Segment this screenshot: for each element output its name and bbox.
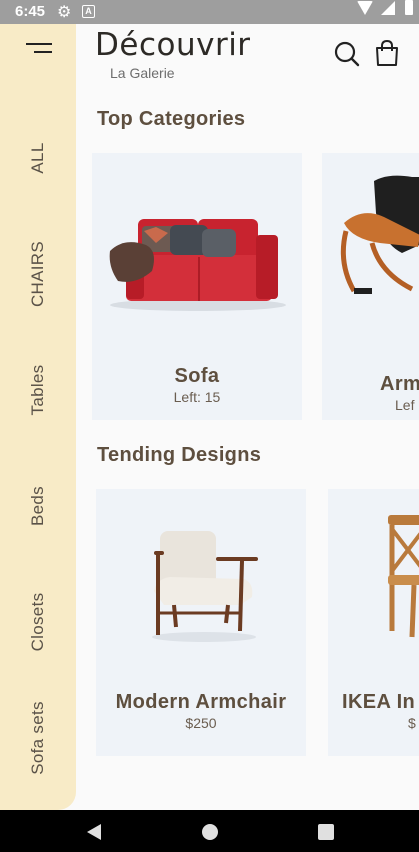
category-card-armchair[interactable]: Arm Lef bbox=[322, 153, 419, 420]
menu-icon[interactable] bbox=[24, 41, 54, 57]
armchair-image bbox=[144, 527, 264, 652]
sidebar-item-label: Sofa sets bbox=[28, 701, 47, 775]
design-card-modern-armchair[interactable]: Modern Armchair $250 bbox=[96, 489, 306, 756]
navigation-bar bbox=[0, 810, 419, 852]
sidebar-item-all[interactable]: ALL bbox=[0, 98, 76, 218]
card-title: Modern Armchair bbox=[115, 691, 287, 713]
card-subtitle: Left: 15 bbox=[173, 389, 221, 405]
status-time: 6:45 bbox=[15, 3, 46, 20]
recent-apps-icon[interactable] bbox=[318, 824, 334, 840]
lounge-chair-image bbox=[332, 173, 419, 308]
top-categories-heading: Top Categories bbox=[97, 108, 246, 130]
card-title: IKEA In bbox=[342, 691, 416, 713]
sidebar-item-tables[interactable]: Tables bbox=[0, 330, 76, 450]
sidebar-item-label: Closets bbox=[28, 592, 47, 652]
sidebar-item-label: ALL bbox=[28, 142, 47, 174]
card-subtitle: $250 bbox=[185, 715, 217, 731]
card-subtitle: Lef bbox=[395, 397, 415, 413]
wifi-icon bbox=[357, 1, 373, 15]
red-sofa-image bbox=[106, 211, 290, 316]
trending-designs-heading: Tending Designs bbox=[97, 444, 262, 466]
design-card-ikea[interactable]: IKEA In $ bbox=[328, 489, 419, 756]
sidebar-item-chairs[interactable]: CHAIRS bbox=[0, 214, 76, 334]
back-icon[interactable] bbox=[87, 824, 101, 840]
gear-icon: ⚙ bbox=[57, 4, 72, 21]
sidebar-item-label: CHAIRS bbox=[28, 240, 47, 308]
page-title: Découvrir bbox=[95, 27, 251, 63]
sidebar-item-label: Beds bbox=[28, 486, 47, 526]
card-subtitle: $ bbox=[408, 715, 416, 731]
category-card-sofa[interactable]: Sofa Left: 15 bbox=[92, 153, 302, 420]
a-icon: A bbox=[82, 5, 95, 18]
signal-icon bbox=[381, 1, 395, 15]
battery-icon bbox=[405, 0, 413, 15]
home-icon[interactable] bbox=[202, 824, 218, 840]
page-subtitle: La Galerie bbox=[110, 65, 175, 81]
shopping-bag-icon[interactable] bbox=[374, 39, 400, 67]
search-icon[interactable] bbox=[333, 40, 361, 68]
card-title: Arm bbox=[380, 373, 419, 395]
sidebar-item-sofa-sets[interactable]: Sofa sets bbox=[0, 678, 76, 798]
wooden-chair-image bbox=[384, 511, 419, 646]
card-title: Sofa bbox=[174, 365, 220, 387]
sidebar-item-beds[interactable]: Beds bbox=[0, 446, 76, 566]
sidebar-item-label: Tables bbox=[28, 364, 47, 416]
category-sidebar: ALL CHAIRS Tables Beds Closets Sofa sets bbox=[0, 24, 76, 810]
sidebar-item-closets[interactable]: Closets bbox=[0, 562, 76, 682]
status-bar: 6:45 ⚙ A bbox=[0, 0, 419, 24]
